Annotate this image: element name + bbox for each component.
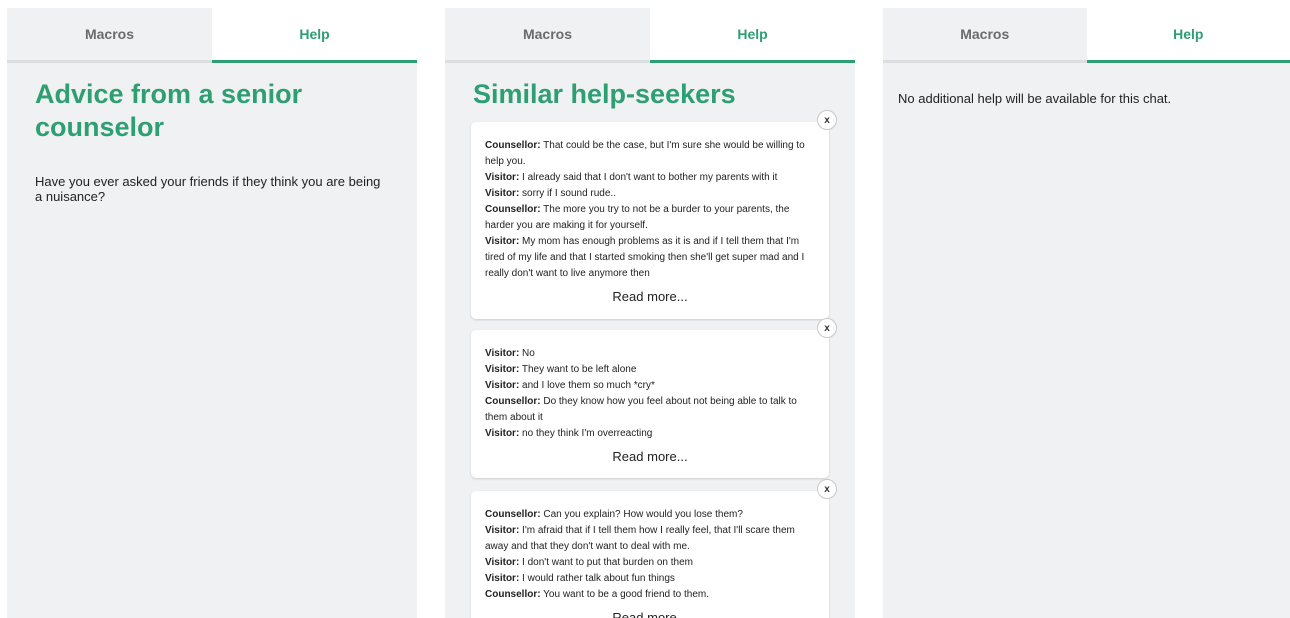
speaker-label: Visitor:	[485, 172, 520, 183]
message-line: Counsellor: That could be the case, but …	[485, 138, 815, 170]
message-line: Counsellor: You want to be a good friend…	[485, 587, 815, 603]
speaker-label: Counsellor:	[485, 509, 541, 520]
advice-title: Advice from a senior counselor	[35, 79, 303, 142]
tab-macros[interactable]: Macros	[7, 8, 212, 60]
tab-help[interactable]: Help	[650, 8, 855, 63]
message-line: Counsellor: Do they know how you feel ab…	[485, 394, 815, 426]
no-help-message: No additional help will be available for…	[898, 91, 1172, 106]
message-text: I don't want to put that burden on them	[519, 557, 693, 568]
speaker-label: Visitor:	[485, 348, 520, 359]
message-text: Can you explain? How would you lose them…	[540, 509, 743, 520]
speaker-label: Visitor:	[485, 557, 520, 568]
similar-help-seekers-panel: Macros Help Similar help-seekers x Couns…	[445, 8, 855, 618]
speaker-label: Visitor:	[485, 380, 520, 391]
read-more-link[interactable]: Read more...	[485, 289, 815, 304]
close-card-button[interactable]: x	[817, 110, 837, 130]
message-line: Visitor: and I love them so much *cry*	[485, 378, 815, 394]
no-help-panel: Macros Help No additional help will be a…	[883, 8, 1290, 618]
speaker-label: Counsellor:	[485, 396, 541, 407]
message-line: Visitor: I already said that I don't wan…	[485, 170, 815, 186]
message-line: Visitor: sorry if I sound rude..	[485, 186, 815, 202]
tab-help[interactable]: Help	[1086, 8, 1290, 63]
tab-bar: Macros Help	[7, 8, 417, 63]
message-line: Visitor: I don't want to put that burden…	[485, 555, 815, 571]
tab-help[interactable]: Help	[212, 8, 417, 63]
message-line: Counsellor: Can you explain? How would y…	[485, 507, 815, 523]
message-text: no they think I'm overreacting	[519, 428, 653, 439]
message-text: You want to be a good friend to them.	[540, 589, 710, 600]
message-text: They want to be left alone	[519, 364, 637, 375]
tab-macros[interactable]: Macros	[445, 8, 650, 60]
tab-macros[interactable]: Macros	[883, 8, 1087, 60]
read-more-link[interactable]: Read more...	[485, 610, 815, 618]
speaker-label: Counsellor:	[485, 589, 541, 600]
message-text: and I love them so much *cry*	[519, 380, 655, 391]
message-text: I'm afraid that if I tell them how I rea…	[485, 525, 795, 552]
read-more-link[interactable]: Read more...	[485, 449, 815, 464]
tab-bar: Macros Help	[883, 8, 1290, 63]
message-line: Visitor: They want to be left alone	[485, 362, 815, 378]
message-text: I would rather talk about fun things	[519, 573, 675, 584]
speaker-label: Visitor:	[485, 188, 520, 199]
message-text: My mom has enough problems as it is and …	[485, 236, 805, 279]
tab-bar: Macros Help	[445, 8, 855, 63]
close-card-button[interactable]: x	[817, 318, 837, 338]
advice-text: Have you ever asked your friends if they…	[35, 174, 381, 204]
speaker-label: Counsellor:	[485, 140, 541, 151]
message-line: Visitor: no they think I'm overreacting	[485, 426, 815, 442]
speaker-label: Visitor:	[485, 428, 520, 439]
advice-panel: Macros Help Advice from a senior counsel…	[7, 8, 417, 618]
similar-help-seekers-title: Similar help-seekers	[473, 79, 736, 109]
message-line: Visitor: I would rather talk about fun t…	[485, 571, 815, 587]
speaker-label: Visitor:	[485, 525, 520, 536]
conversation-card: x Counsellor: Can you explain? How would…	[471, 479, 837, 618]
message-line: Visitor: I'm afraid that if I tell them …	[485, 523, 815, 555]
speaker-label: Visitor:	[485, 364, 520, 375]
conversation-card: x Visitor: No Visitor: They want to be l…	[471, 318, 837, 478]
message-text: No	[519, 348, 535, 359]
message-text: sorry if I sound rude..	[519, 188, 616, 199]
conversation-card: x Counsellor: That could be the case, bu…	[471, 110, 837, 319]
speaker-label: Counsellor:	[485, 204, 541, 215]
message-line: Visitor: No	[485, 346, 815, 362]
message-line: Visitor: My mom has enough problems as i…	[485, 234, 815, 282]
message-text: I already said that I don't want to both…	[519, 172, 778, 183]
message-line: Counsellor: The more you try to not be a…	[485, 202, 815, 234]
speaker-label: Visitor:	[485, 236, 520, 247]
close-card-button[interactable]: x	[817, 479, 837, 499]
speaker-label: Visitor:	[485, 573, 520, 584]
